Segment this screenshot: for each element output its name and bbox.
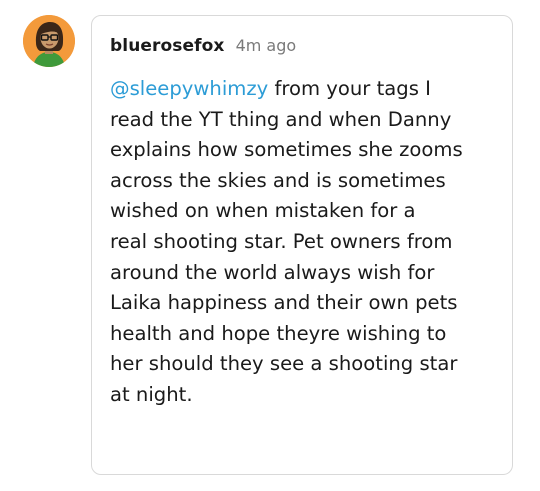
comment-line: across the skies and is sometimes [110, 168, 446, 192]
comment-line: read the YT thing and when Danny [110, 107, 452, 131]
comment-line: wished on when mistaken for a [110, 199, 416, 223]
avatar[interactable] [23, 15, 75, 67]
comment-username[interactable]: bluerosefox [110, 36, 224, 56]
comment-meta: bluerosefox 4m ago [110, 36, 296, 56]
comment-line-1: @sleepywhimzy from your tags I [110, 74, 505, 105]
comment-line: health and hope theyre wishing to [110, 321, 447, 345]
comment-line: explains how sometimes she zooms [110, 138, 463, 162]
comment-body: @sleepywhimzy from your tags I read the … [110, 74, 505, 411]
comment-line: her should they see a shooting star [110, 352, 458, 376]
comment-line: real shooting star. Pet owners from [110, 229, 453, 253]
comment-card: bluerosefox 4m ago @sleepywhimzy from yo… [91, 15, 513, 475]
comment-text-first-line: from your tags I [268, 77, 431, 100]
comment-line: at night. [110, 382, 193, 406]
comment-timestamp: 4m ago [235, 36, 297, 55]
comment-line: around the world always wish for [110, 260, 435, 284]
mention-link[interactable]: @sleepywhimzy [110, 77, 268, 100]
user-avatar-icon [23, 15, 75, 67]
comment-line: Laika happiness and their own pets [110, 291, 458, 315]
